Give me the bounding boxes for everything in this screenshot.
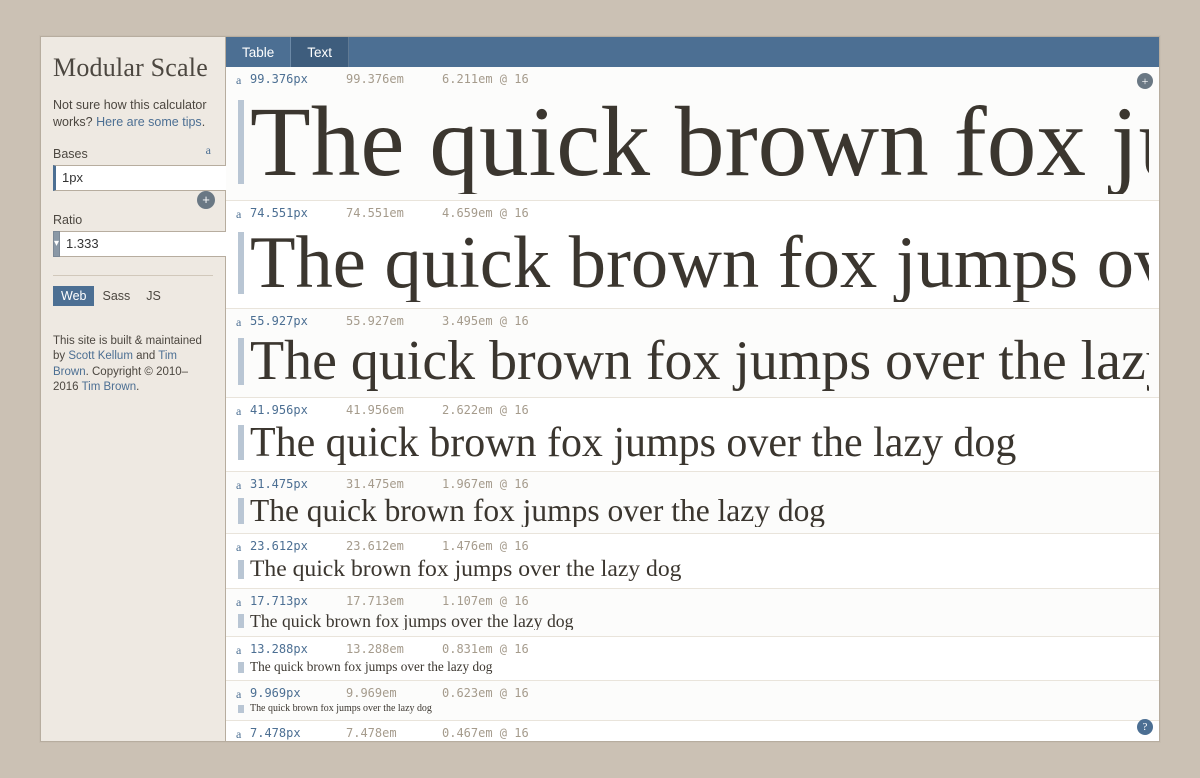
value-em: 31.475em xyxy=(346,476,418,493)
add-sample-button[interactable]: + xyxy=(1137,73,1153,89)
value-px: 74.551px xyxy=(250,205,322,222)
value-px: 23.612px xyxy=(250,538,322,555)
specimen-text[interactable]: The quick brown fox jumps over the lazy … xyxy=(236,660,1149,674)
value-em: 17.713em xyxy=(346,593,418,610)
add-base-button[interactable]: + xyxy=(197,191,215,209)
strand-letter: a xyxy=(236,594,246,611)
sample-meta: a99.376px 99.376em 6.211em @ 16 xyxy=(236,71,1149,88)
ratio-section: Ratio ▾ xyxy=(53,213,213,257)
value-em: 23.612em xyxy=(346,538,418,555)
view-tabs: TableText xyxy=(226,37,1159,67)
strand-letter: a xyxy=(236,72,246,89)
specimen-text[interactable]: The quick brown fox jumps over the lazy … xyxy=(236,224,1149,302)
sample-meta: a17.713px 17.713em 1.107em @ 16 xyxy=(236,593,1149,610)
value-em-at: 0.467em @ 16 xyxy=(442,725,529,741)
strand-letter: a xyxy=(236,686,246,703)
value-em-at: 3.495em @ 16 xyxy=(442,313,529,330)
view-tab-text[interactable]: Text xyxy=(291,37,349,67)
value-px: 17.713px xyxy=(250,593,322,610)
sample-row: a23.612px 23.612em 1.476em @ 16 The quick b… xyxy=(226,534,1159,589)
specimen-text[interactable]: The quick brown fox jumps over the lazy … xyxy=(236,612,1149,631)
credits: This site is built & maintained by Scott… xyxy=(53,334,213,396)
specimen-text[interactable]: The quick brown fox jumps over the lazy … xyxy=(236,494,1149,527)
specimen-text[interactable]: The quick brown fox jumps over the lazy … xyxy=(236,421,1149,465)
specimen-text[interactable]: The quick brown fox jumps over the lazy … xyxy=(236,557,1149,582)
sample-meta: a13.288px 13.288em 0.831em @ 16 xyxy=(236,641,1149,658)
tips-link[interactable]: Here are some tips xyxy=(96,115,202,129)
strand-letter: a xyxy=(236,726,246,741)
value-em: 41.956em xyxy=(346,402,418,419)
sample-row: a7.478px7.478em0.467em @ 16The quick bro… xyxy=(226,721,1159,741)
divider xyxy=(53,275,213,276)
sample-row: a99.376px 99.376em 6.211em @ 16 The quick b… xyxy=(226,67,1159,201)
output-tabs: WebSassJS xyxy=(53,286,213,306)
sample-row: a9.969px 9.969em 0.623em @ 16 The quick bro… xyxy=(226,681,1159,721)
base-strand-letter: a xyxy=(206,143,211,158)
specimen-text[interactable]: The quick brown fox jumps over the lazy … xyxy=(236,90,1149,194)
value-px: 13.288px xyxy=(250,641,322,658)
strand-letter: a xyxy=(236,539,246,556)
credit-link-brown-2[interactable]: Tim Brown xyxy=(82,381,137,393)
bases-label: Bases xyxy=(53,147,213,161)
main-panel: TableText + a99.376px99.376em6.211em @ 1… xyxy=(226,37,1159,741)
bases-section: Bases a + xyxy=(53,147,213,191)
value-px: 31.475px xyxy=(250,476,322,493)
sample-meta: a23.612px 23.612em 1.476em @ 16 xyxy=(236,538,1149,555)
value-em: 7.478em xyxy=(346,725,418,741)
ratio-input[interactable] xyxy=(60,231,249,257)
base-input[interactable] xyxy=(53,165,245,191)
sample-row: a55.927px 55.927em 3.495em @ 16 The quick b… xyxy=(226,309,1159,398)
output-tab-web[interactable]: Web xyxy=(53,286,94,306)
strand-letter: a xyxy=(236,403,246,420)
value-em-at: 1.476em @ 16 xyxy=(442,538,529,555)
sample-meta: a74.551px 74.551em 4.659em @ 16 xyxy=(236,205,1149,222)
sample-row: a17.713px 17.713em 1.107em @ 16 The quick b… xyxy=(226,589,1159,637)
value-em-at: 6.211em @ 16 xyxy=(442,71,529,88)
strand-letter: a xyxy=(236,477,246,494)
credit-link-kellum[interactable]: Scott Kellum xyxy=(68,350,133,362)
value-em-at: 1.967em @ 16 xyxy=(442,476,529,493)
strand-letter: a xyxy=(236,314,246,331)
strand-letter: a xyxy=(236,206,246,223)
value-em: 55.927em xyxy=(346,313,418,330)
app-frame: Modular Scale Not sure how this calculat… xyxy=(40,36,1160,742)
help-button[interactable]: ? xyxy=(1137,719,1153,735)
value-em: 13.288em xyxy=(346,641,418,658)
value-em-at: 4.659em @ 16 xyxy=(442,205,529,222)
value-px: 41.956px xyxy=(250,402,322,419)
value-em: 74.551em xyxy=(346,205,418,222)
sample-row: a74.551px 74.551em 4.659em @ 16 The quick b… xyxy=(226,201,1159,309)
sample-meta: a55.927px 55.927em 3.495em @ 16 xyxy=(236,313,1149,330)
value-em: 99.376em xyxy=(346,71,418,88)
sample-row: a41.956px 41.956em 2.622em @ 16 The quick b… xyxy=(226,398,1159,472)
samples-list: a99.376px99.376em6.211em @ 16The quick b… xyxy=(226,67,1159,741)
sample-meta: a9.969px 9.969em 0.623em @ 16 xyxy=(236,685,1149,702)
specimen-text[interactable]: The quick brown fox jumps over the lazy … xyxy=(236,332,1149,391)
intro-suffix: . xyxy=(202,115,205,129)
sample-meta: a31.475px 31.475em 1.967em @ 16 xyxy=(236,476,1149,493)
strand-letter: a xyxy=(236,642,246,659)
ratio-label: Ratio xyxy=(53,213,213,227)
value-px: 9.969px xyxy=(250,685,322,702)
sample-row: a13.288px 13.288em 0.831em @ 16 The quick b… xyxy=(226,637,1159,681)
value-px: 55.927px xyxy=(250,313,322,330)
value-em-at: 2.622em @ 16 xyxy=(442,402,529,419)
value-em-at: 0.623em @ 16 xyxy=(442,685,529,702)
output-tab-sass[interactable]: Sass xyxy=(94,286,138,306)
sample-meta: a41.956px 41.956em 2.622em @ 16 xyxy=(236,402,1149,419)
sample-meta: a 7.478px 7.478em 0.467em @ 16 xyxy=(236,725,1149,741)
view-tab-table[interactable]: Table xyxy=(226,37,291,67)
specimen-text[interactable]: The quick brown fox jumps over the lazy … xyxy=(236,704,1149,714)
ratio-dropdown-toggle[interactable]: ▾ xyxy=(53,231,60,257)
value-em-at: 0.831em @ 16 xyxy=(442,641,529,658)
value-em-at: 1.107em @ 16 xyxy=(442,593,529,610)
sample-row: a31.475px 31.475em 1.967em @ 16The quick b… xyxy=(226,472,1159,535)
sidebar: Modular Scale Not sure how this calculat… xyxy=(41,37,226,741)
value-px: 99.376px xyxy=(250,71,322,88)
output-tab-js[interactable]: JS xyxy=(138,286,169,306)
value-em: 9.969em xyxy=(346,685,418,702)
value-px: 7.478px xyxy=(250,725,322,741)
intro-text: Not sure how this calculator works? Here… xyxy=(53,97,213,131)
app-title: Modular Scale xyxy=(53,47,213,97)
